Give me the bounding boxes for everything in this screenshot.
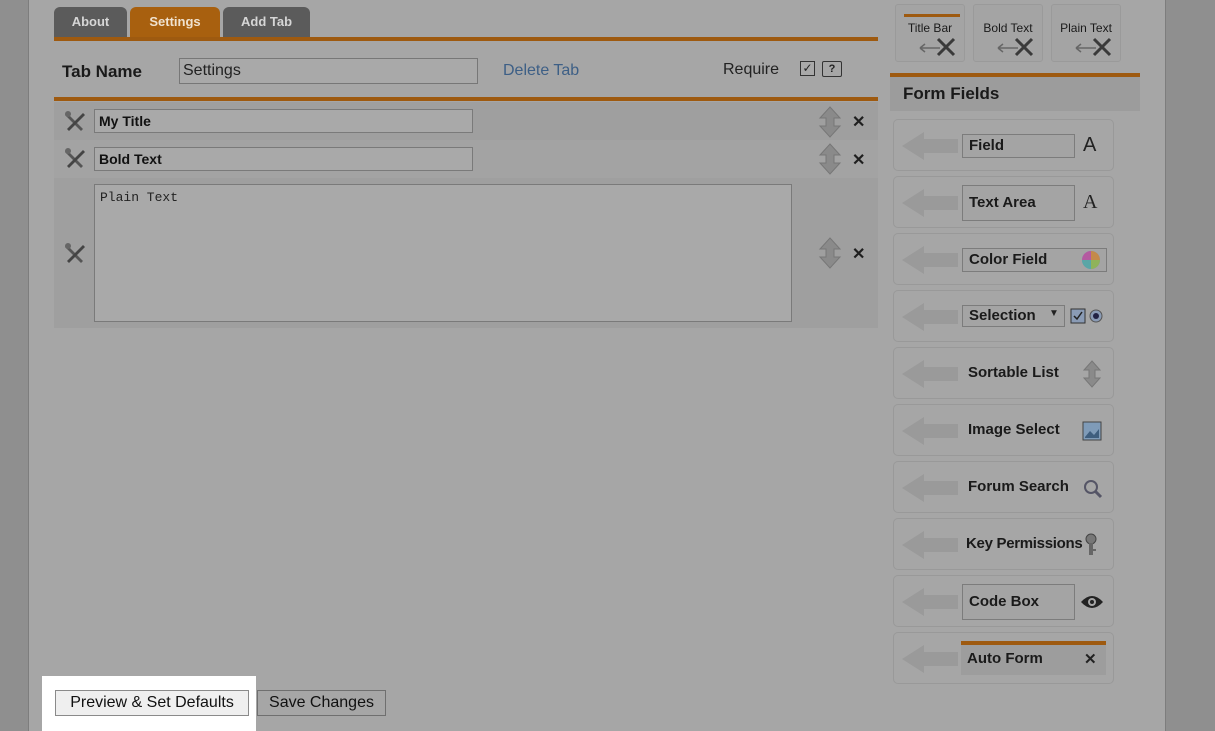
form-field-label: Code Box <box>962 584 1075 620</box>
insert-wrench-icon <box>997 37 1034 57</box>
template-plain-text[interactable]: Plain Text <box>1051 4 1121 62</box>
wrench-icon[interactable] <box>63 242 87 266</box>
help-icon[interactable]: ? <box>822 61 842 77</box>
arrow-left-icon <box>902 474 958 502</box>
template-label: Title Bar <box>907 21 953 35</box>
form-fields-title: Form Fields <box>903 84 1000 103</box>
updown-icon <box>1082 360 1102 388</box>
form-field-auto-form[interactable]: Auto Form ✕ <box>893 632 1114 684</box>
arrow-left-icon <box>902 531 958 559</box>
template-title-bar[interactable]: Title Bar <box>895 4 965 62</box>
eye-icon <box>1081 596 1103 608</box>
section-divider <box>54 97 878 101</box>
require-label: Require <box>723 61 780 78</box>
form-field-label: Auto Form <box>967 650 1043 667</box>
letter-a-icon: A <box>1083 134 1097 156</box>
tab-name-label: Tab Name <box>62 62 142 81</box>
insert-wrench-icon <box>919 37 956 57</box>
updown-icon[interactable] <box>818 237 842 269</box>
checkbox-radio-icon <box>1070 308 1103 324</box>
template-label: Bold Text <box>983 21 1033 35</box>
plain-text-area[interactable]: Plain Text <box>94 184 792 322</box>
form-field-selection[interactable]: Selection ▼ <box>893 290 1114 342</box>
arrow-left-icon <box>902 645 958 673</box>
delete-tab-link[interactable]: Delete Tab <box>503 62 579 80</box>
form-field-label: Forum Search <box>968 478 1069 495</box>
arrow-left-icon <box>902 246 958 274</box>
form-field-image-select[interactable]: Image Select <box>893 404 1114 456</box>
letter-a-outline-icon: A <box>1083 191 1098 213</box>
form-field-label: Text Area <box>962 185 1075 221</box>
title-bar-accent <box>904 14 960 17</box>
updown-icon[interactable] <box>818 106 842 138</box>
magnifier-icon <box>1084 480 1103 499</box>
require-checkbox[interactable]: ✓ <box>800 61 815 76</box>
tab-settings[interactable]: Settings <box>130 7 220 37</box>
form-field-label: Sortable List <box>968 364 1059 381</box>
arrow-left-icon <box>902 417 958 445</box>
tab-about[interactable]: About <box>54 7 127 37</box>
bold-field-input[interactable] <box>94 147 473 171</box>
updown-icon[interactable] <box>818 143 842 175</box>
image-icon <box>1082 421 1102 441</box>
remove-field-button[interactable]: ✕ <box>852 150 865 170</box>
tab-name-input[interactable] <box>179 58 478 84</box>
preview-set-defaults-button[interactable]: Preview & Set Defaults <box>55 690 249 716</box>
template-label: Plain Text <box>1060 21 1112 35</box>
arrow-left-icon <box>902 303 958 331</box>
form-field-code-box[interactable]: Code Box <box>893 575 1114 627</box>
title-field-input[interactable] <box>94 109 473 133</box>
arrow-left-icon <box>902 588 958 616</box>
wrench-icon[interactable] <box>63 147 87 171</box>
form-field-key-permissions[interactable]: Key Permissions <box>893 518 1114 570</box>
form-field-color-field[interactable]: Color Field <box>893 233 1114 285</box>
tab-add-tab[interactable]: Add Tab <box>223 7 310 37</box>
chevron-down-icon: ▼ <box>1049 308 1059 319</box>
save-changes-button[interactable]: Save Changes <box>257 690 386 716</box>
template-bold-text[interactable]: Bold Text <box>973 4 1043 62</box>
form-field-sortable-list[interactable]: Sortable List <box>893 347 1114 399</box>
arrow-left-icon <box>902 189 958 217</box>
wrench-icon[interactable] <box>63 110 87 134</box>
tab-underline <box>54 37 878 41</box>
form-field-label: Field <box>962 134 1075 158</box>
insert-wrench-icon <box>1075 37 1112 57</box>
form-field-label: Image Select <box>968 421 1060 438</box>
remove-field-button[interactable]: ✕ <box>852 244 865 264</box>
form-field-label: Key Permissions <box>966 535 1083 552</box>
form-field-text-area[interactable]: Text Area A <box>893 176 1114 228</box>
close-icon: ✕ <box>1084 651 1097 668</box>
form-field-forum-search[interactable]: Forum Search <box>893 461 1114 513</box>
arrow-left-icon <box>902 360 958 388</box>
color-wheel-icon <box>1082 251 1100 269</box>
arrow-left-icon <box>902 132 958 160</box>
form-fields-header: Form Fields <box>890 73 1140 111</box>
form-field-field[interactable]: Field A <box>893 119 1114 171</box>
remove-field-button[interactable]: ✕ <box>852 112 865 132</box>
key-icon <box>1085 533 1097 555</box>
